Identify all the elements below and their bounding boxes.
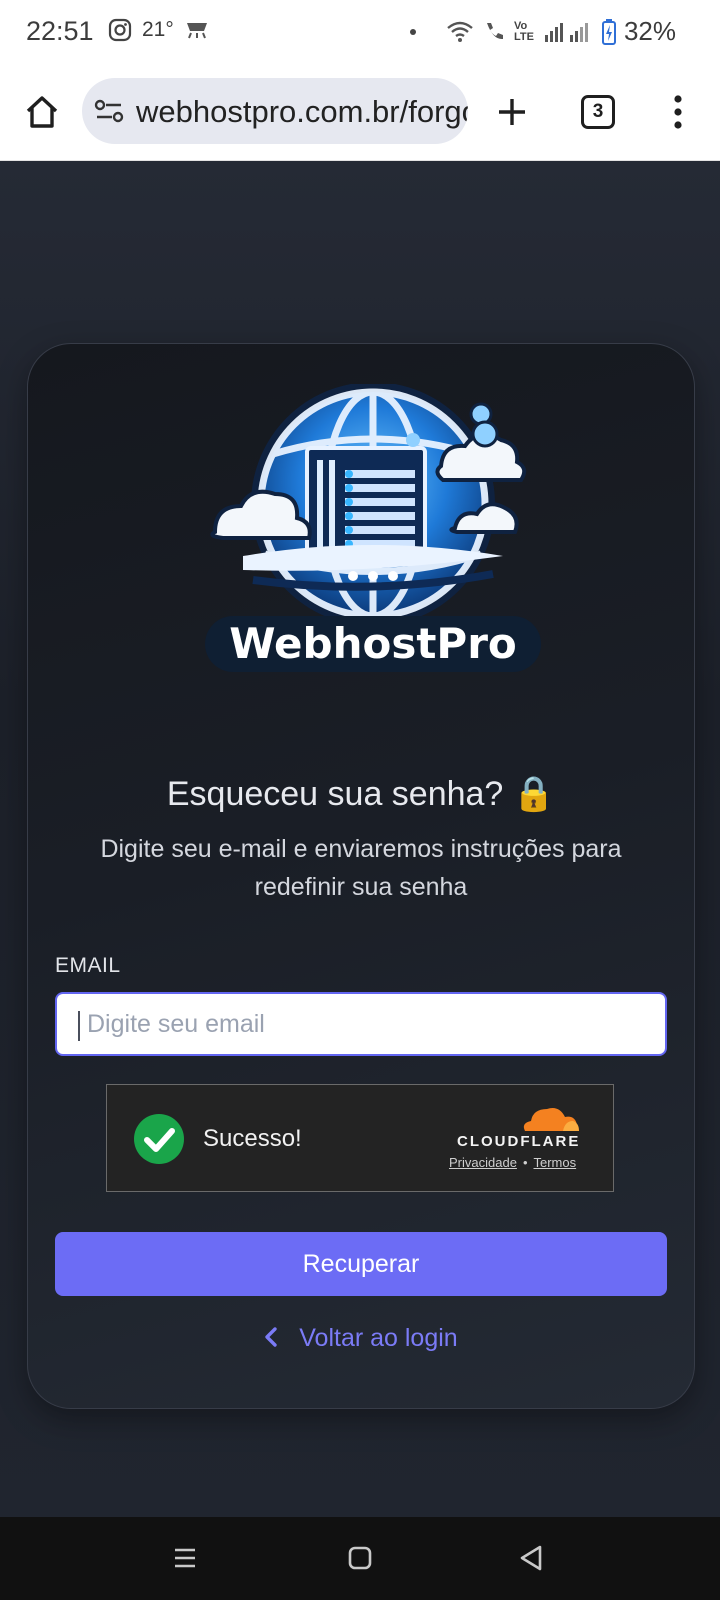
weather-icon (186, 23, 207, 39)
wifi-icon (447, 21, 473, 42)
chevron-left-icon (265, 1327, 277, 1347)
text-cursor (78, 1011, 80, 1041)
link-separator: • (522, 1155, 528, 1170)
terms-link[interactable]: Termos (534, 1155, 577, 1170)
cloudflare-logo-icon (523, 1108, 579, 1131)
menu-button[interactable] (658, 88, 698, 136)
email-label: EMAIL (55, 954, 121, 977)
home-icon (26, 96, 58, 128)
status-time: 22:51 (26, 16, 94, 46)
address-bar[interactable]: webhostpro.com.br/forgot-password (82, 78, 468, 144)
system-nav-bar (0, 1517, 720, 1600)
temperature: 21° (142, 18, 174, 41)
forgot-password-card: WebhostPro Esqueceu sua senha? 🔒 Digite … (27, 343, 695, 1409)
url-text: webhostpro.com.br/forgot-password (136, 94, 468, 129)
signal-icon (544, 22, 588, 42)
logo-wordmark: WebhostPro (229, 619, 517, 668)
home-button[interactable] (20, 90, 64, 134)
back-icon[interactable] (518, 1544, 544, 1572)
battery-charging-icon (601, 18, 616, 45)
tab-switcher-button[interactable]: 3 (578, 92, 618, 132)
tab-switcher-icon: 3 (581, 95, 615, 129)
wifi-call-icon (486, 22, 503, 39)
cloudflare-turnstile-widget[interactable]: Sucesso! CLOUDFLARE Privacidade • Termos (106, 1084, 614, 1192)
back-to-login-link[interactable]: Voltar ao login (28, 1324, 694, 1353)
privacy-link[interactable]: Privacidade (449, 1155, 517, 1170)
email-field[interactable] (55, 992, 667, 1056)
instagram-icon (108, 18, 132, 42)
recents-icon[interactable] (172, 1545, 198, 1571)
new-tab-icon (499, 99, 525, 125)
new-tab-button[interactable] (490, 90, 534, 134)
menu-icon (674, 95, 682, 129)
browser-toolbar: webhostpro.com.br/forgot-password 3 (0, 64, 720, 161)
notification-dot (409, 28, 416, 35)
home-button-icon[interactable] (347, 1545, 373, 1571)
back-to-login-label: Voltar ao login (299, 1324, 458, 1352)
status-bar: 22:51 21° Vo LTE 32% (0, 0, 720, 64)
webhostpro-logo: WebhostPro (205, 384, 541, 672)
success-check-icon (134, 1114, 184, 1164)
recover-button[interactable]: Recuperar (55, 1232, 667, 1296)
volte-badge: Vo LTE (513, 19, 534, 43)
tab-count: 3 (592, 101, 604, 122)
cloudflare-wordmark: CLOUDFLARE (457, 1133, 581, 1150)
page-title: Esqueceu sua senha? 🔒 (166, 775, 556, 813)
battery-level: 32% (623, 16, 676, 46)
page-content: WebhostPro Esqueceu sua senha? 🔒 Digite … (0, 161, 720, 1517)
site-settings-icon[interactable] (94, 98, 124, 124)
turnstile-status: Sucesso! (203, 1125, 302, 1152)
page-subtitle: Digite seu e-mail e enviaremos instruçõe… (100, 835, 622, 901)
